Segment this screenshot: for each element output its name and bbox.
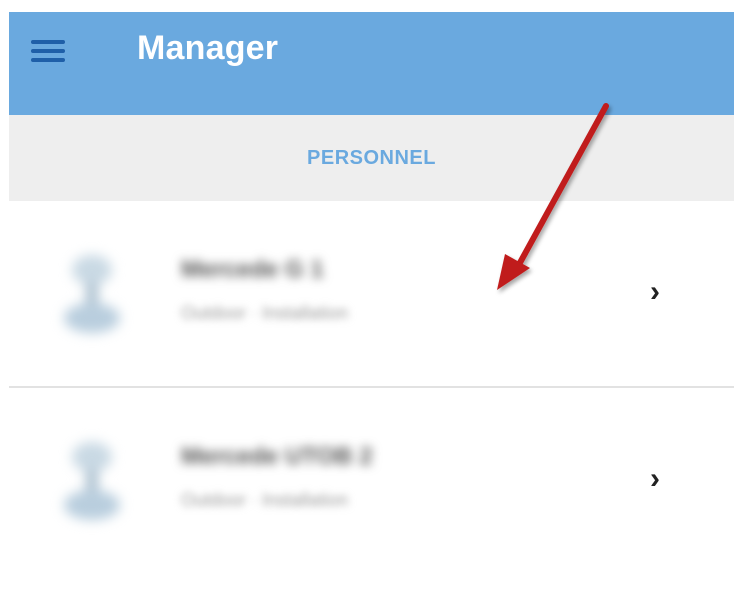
list-item-subtitle: Outdoor · Installation	[181, 303, 349, 323]
app-title: Manager	[137, 29, 279, 67]
chevron-right-icon[interactable]: ›	[650, 464, 660, 494]
menu-line	[31, 58, 65, 62]
list-item-title: Mercede G 1	[181, 256, 324, 283]
list-item-subtitle: Outdoor · Installation	[181, 490, 349, 510]
list-item[interactable]: Mercede G 1 Outdoor · Installation ›	[9, 201, 734, 386]
menu-line	[31, 40, 65, 44]
app-screen: Manager PERSONNEL Mercede G 1 Outdoor · …	[0, 0, 734, 610]
hamburger-menu-icon[interactable]	[31, 38, 65, 64]
device-avatar-icon	[54, 440, 130, 524]
list-item-title: Mercede UTOB 2	[181, 443, 373, 470]
device-avatar-icon	[54, 253, 130, 337]
device-list: Mercede G 1 Outdoor · Installation › Mer…	[9, 201, 734, 573]
tab-bar: PERSONNEL	[9, 115, 734, 201]
app-bar	[9, 12, 734, 115]
list-item[interactable]: Mercede UTOB 2 Outdoor · Installation ›	[9, 386, 734, 573]
tab-personnel[interactable]: PERSONNEL	[9, 115, 734, 201]
menu-line	[31, 49, 65, 53]
chevron-right-icon[interactable]: ›	[650, 277, 660, 307]
